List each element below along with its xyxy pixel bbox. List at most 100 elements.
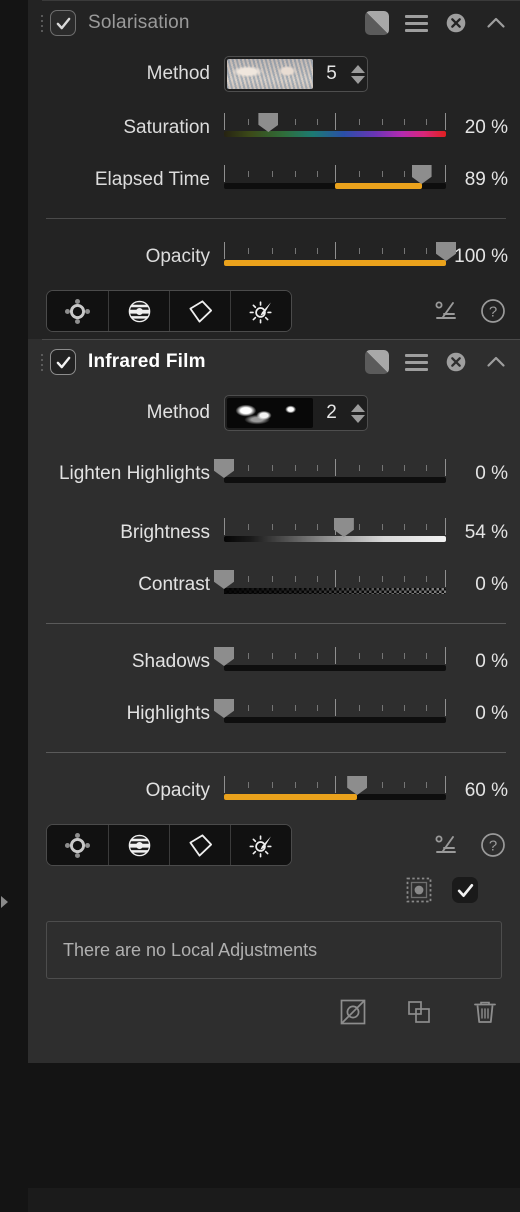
slider-control[interactable] — [224, 516, 446, 550]
method-value: 5 — [326, 63, 337, 84]
slider-track — [224, 665, 446, 671]
duplicate-icon[interactable] — [404, 997, 434, 1027]
collapse-chevron-up-icon[interactable] — [484, 11, 508, 35]
slider-label: Contrast — [138, 574, 210, 596]
brightness-brush-tool-button[interactable] — [230, 825, 291, 865]
panel-menu-icon[interactable] — [405, 353, 428, 371]
control-point-tool-button[interactable] — [47, 825, 108, 865]
slider-control[interactable] — [214, 697, 446, 731]
slider-row-highlights: Highlights 0 % — [28, 688, 520, 740]
tool-row: ? — [28, 817, 520, 873]
slider-row-contrast: Contrast 0 % — [28, 559, 520, 611]
local-tool-group — [46, 290, 292, 332]
remove-panel-icon[interactable] — [444, 11, 468, 35]
stepper-up-icon[interactable] — [350, 403, 365, 412]
polygon-selection-tool-button[interactable] — [169, 825, 230, 865]
slider-track — [224, 536, 446, 542]
panel-header[interactable]: Infrared Film — [28, 339, 520, 385]
curves-icon[interactable] — [432, 830, 462, 860]
graduated-filter-tool-button[interactable] — [108, 825, 169, 865]
method-selector[interactable]: 2 — [224, 395, 368, 431]
footer-strip — [28, 1188, 520, 1212]
panel-menu-icon[interactable] — [405, 14, 428, 32]
slider-value: 89 % — [464, 169, 508, 190]
slider-row-opacity: Opacity 100 % — [28, 231, 520, 283]
opacity-label: Opacity — [145, 246, 210, 268]
check-icon — [56, 17, 70, 29]
slider-row-shadows: Shadows 0 % — [28, 636, 520, 688]
method-selector[interactable]: 5 — [224, 56, 368, 92]
slider-control[interactable] — [224, 163, 446, 197]
expand-arrow-icon[interactable] — [1, 896, 8, 908]
delete-trash-icon[interactable] — [470, 997, 500, 1027]
slider-control[interactable] — [214, 645, 446, 679]
control-point-tool-button[interactable] — [47, 291, 108, 331]
slider-ticks — [224, 113, 446, 130]
panel-infrared-film: Infrared Film Method 2 Lighten Highlight… — [28, 339, 520, 1063]
remove-panel-icon[interactable] — [444, 350, 468, 374]
method-stepper[interactable] — [350, 64, 365, 84]
slider-track — [224, 588, 446, 594]
polygon-selection-tool-button[interactable] — [169, 291, 230, 331]
stepper-up-icon[interactable] — [350, 64, 365, 73]
slider-value: 0 % — [475, 703, 508, 724]
compare-split-icon[interactable] — [365, 11, 389, 35]
opacity-slider-control[interactable] — [224, 774, 446, 808]
invert-mask-icon[interactable] — [338, 997, 368, 1027]
panel-divider — [42, 339, 520, 340]
opacity-slider-control[interactable] — [224, 240, 456, 274]
panel-solarisation: Solarisation Method 5 Saturation 20 % El… — [28, 0, 520, 339]
adjustments-panel: Solarisation Method 5 Saturation 20 % El… — [0, 0, 520, 1212]
slider-track — [224, 717, 446, 723]
show-mask-icon[interactable] — [404, 875, 434, 905]
compare-split-icon[interactable] — [365, 350, 389, 374]
left-rail — [0, 0, 28, 1212]
method-preview-thumbnail[interactable] — [227, 59, 313, 89]
collapse-chevron-up-icon[interactable] — [484, 350, 508, 374]
mask-enable-checkbox[interactable] — [452, 877, 478, 903]
mask-toggle-row — [28, 873, 520, 915]
panel-header[interactable]: Solarisation — [28, 0, 520, 46]
section-divider — [46, 623, 506, 624]
panel-enable-checkbox[interactable] — [50, 349, 76, 375]
svg-text:?: ? — [489, 304, 497, 321]
slider-label: Brightness — [120, 522, 210, 544]
panel-enable-checkbox[interactable] — [50, 10, 76, 36]
slider-control[interactable] — [214, 568, 446, 602]
drag-handle-icon[interactable] — [34, 10, 50, 36]
stepper-down-icon[interactable] — [350, 75, 365, 84]
slider-label: Highlights — [126, 703, 210, 725]
slider-control[interactable] — [224, 111, 446, 145]
method-stepper[interactable] — [350, 403, 365, 423]
slider-ticks — [224, 459, 446, 476]
method-row: Method 2 — [28, 385, 520, 441]
slider-control[interactable] — [214, 457, 446, 491]
slider-value: 0 % — [475, 574, 508, 595]
slider-ticks — [224, 699, 446, 716]
slider-value: 0 % — [475, 463, 508, 484]
local-adjustments-list[interactable]: There are no Local Adjustments — [46, 921, 502, 979]
opacity-label: Opacity — [145, 780, 210, 802]
slider-label: Saturation — [123, 117, 210, 139]
drag-handle-icon[interactable] — [34, 349, 50, 375]
section-divider — [46, 752, 506, 753]
method-row: Method 5 — [28, 46, 520, 102]
graduated-filter-tool-button[interactable] — [108, 291, 169, 331]
slider-row-lighten-highlights: Lighten Highlights 0 % — [28, 441, 520, 507]
help-icon[interactable]: ? — [478, 296, 508, 326]
local-tool-group — [46, 824, 292, 866]
opacity-value: 60 % — [464, 780, 508, 801]
method-label: Method — [146, 63, 210, 85]
curves-icon[interactable] — [432, 296, 462, 326]
slider-row-elapsed-time: Elapsed Time 89 % — [28, 154, 520, 206]
stepper-down-icon[interactable] — [350, 414, 365, 423]
method-preview-thumbnail[interactable] — [227, 398, 313, 428]
svg-text:?: ? — [489, 838, 497, 855]
brightness-brush-tool-button[interactable] — [230, 291, 291, 331]
help-icon[interactable]: ? — [478, 830, 508, 860]
slider-ticks — [224, 570, 446, 587]
slider-ticks — [224, 776, 446, 793]
slider-value: 0 % — [475, 651, 508, 672]
slider-label: Shadows — [131, 651, 210, 673]
slider-row-brightness: Brightness 54 % — [28, 507, 520, 559]
